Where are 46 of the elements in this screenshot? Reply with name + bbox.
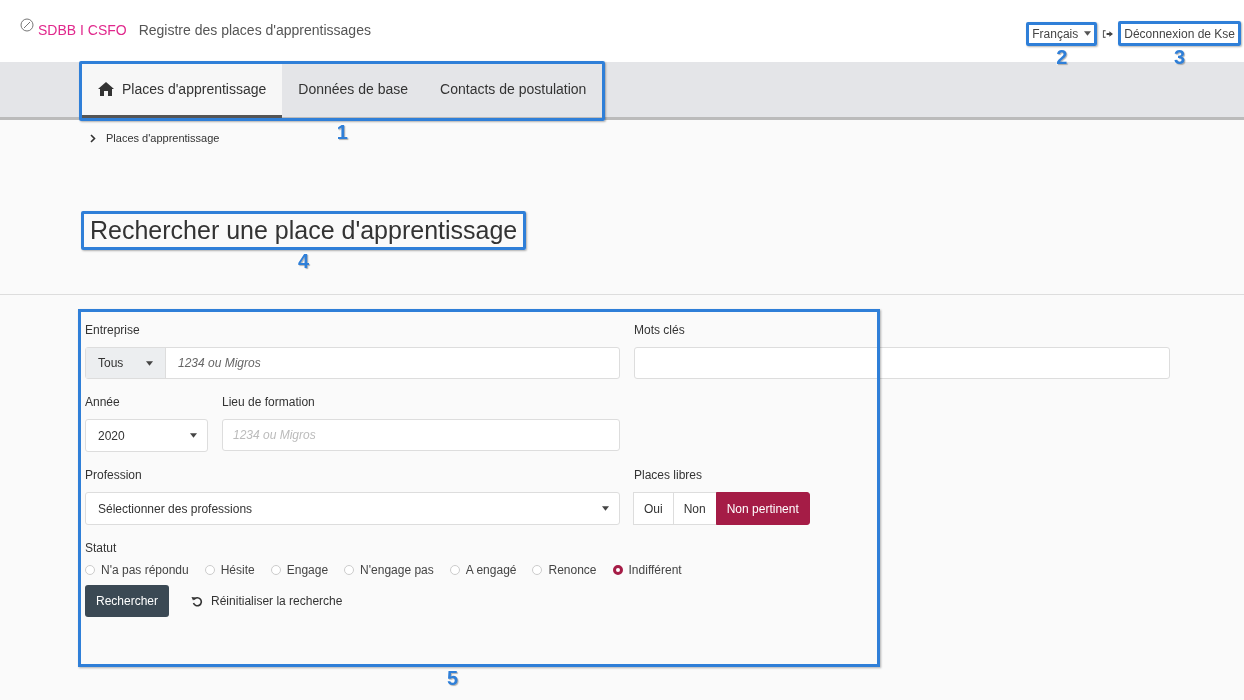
logo-text[interactable]: SDBB I CSFO xyxy=(38,22,127,38)
callout-number: 4 xyxy=(298,251,310,271)
callout-number: 5 xyxy=(447,668,459,688)
sign-out-icon xyxy=(1102,28,1114,39)
radio-option[interactable]: A engagé xyxy=(449,563,517,577)
field-label: Entreprise xyxy=(85,323,141,337)
caret-icon xyxy=(1084,31,1092,36)
keywords-field[interactable] xyxy=(634,347,1170,379)
company-field[interactable]: Tous 1234 ou Migros xyxy=(85,347,620,379)
nav-tab[interactable]: Contacts de postulation xyxy=(424,63,603,118)
radio-option[interactable]: Indifférent xyxy=(612,563,682,577)
toggle-option[interactable]: Non xyxy=(672,492,717,525)
callout-number: 1 xyxy=(336,121,348,142)
field-label: Lieu de formation xyxy=(222,395,316,409)
field-label: Année xyxy=(85,395,121,409)
radio-option[interactable]: Hésite xyxy=(204,563,255,577)
field-label: Mots clés xyxy=(634,323,686,337)
radio-option[interactable]: Engage xyxy=(270,563,329,577)
profession-dropdown[interactable]: Sélectionner des professions xyxy=(85,492,620,525)
radio-option[interactable]: N'engage pas xyxy=(344,563,434,577)
breadcrumb-link[interactable]: Places d'apprentissage xyxy=(106,132,220,144)
home-icon xyxy=(98,82,114,96)
nav-tab[interactable]: Places d'apprentissage xyxy=(82,63,283,118)
search-button[interactable]: Rechercher xyxy=(85,585,170,617)
radio-button[interactable] xyxy=(612,565,623,575)
reset-button[interactable]: Réinitialiser la recherche xyxy=(185,593,349,609)
field-label: Statut xyxy=(85,541,118,555)
location-field[interactable]: 1234 ou Migros xyxy=(222,419,620,451)
chevron-icon xyxy=(90,133,96,143)
callout-number: 2 xyxy=(1056,46,1068,67)
field-label: Profession xyxy=(85,468,143,482)
field-label: Places libres xyxy=(634,468,704,482)
nav-tab[interactable]: Données de base xyxy=(282,63,425,118)
radio-option[interactable]: N'a pas répondu xyxy=(85,563,189,577)
year-dropdown[interactable]: 2020 xyxy=(85,419,208,452)
undo-icon xyxy=(191,595,204,607)
app-title: Registre des places d'apprentissages xyxy=(138,22,371,38)
toggle-option[interactable]: Non pertinent xyxy=(715,492,810,525)
page-title: Rechercher une place d'apprentissage xyxy=(89,215,519,246)
scope-dropdown[interactable]: Tous xyxy=(86,348,166,378)
caret-icon xyxy=(146,360,153,366)
caret-icon xyxy=(602,506,609,511)
caret-icon xyxy=(190,433,197,438)
radio-option[interactable]: Renonce xyxy=(532,563,597,577)
callout-number: 3 xyxy=(1174,47,1186,67)
toggle-option[interactable]: Oui xyxy=(633,492,674,525)
